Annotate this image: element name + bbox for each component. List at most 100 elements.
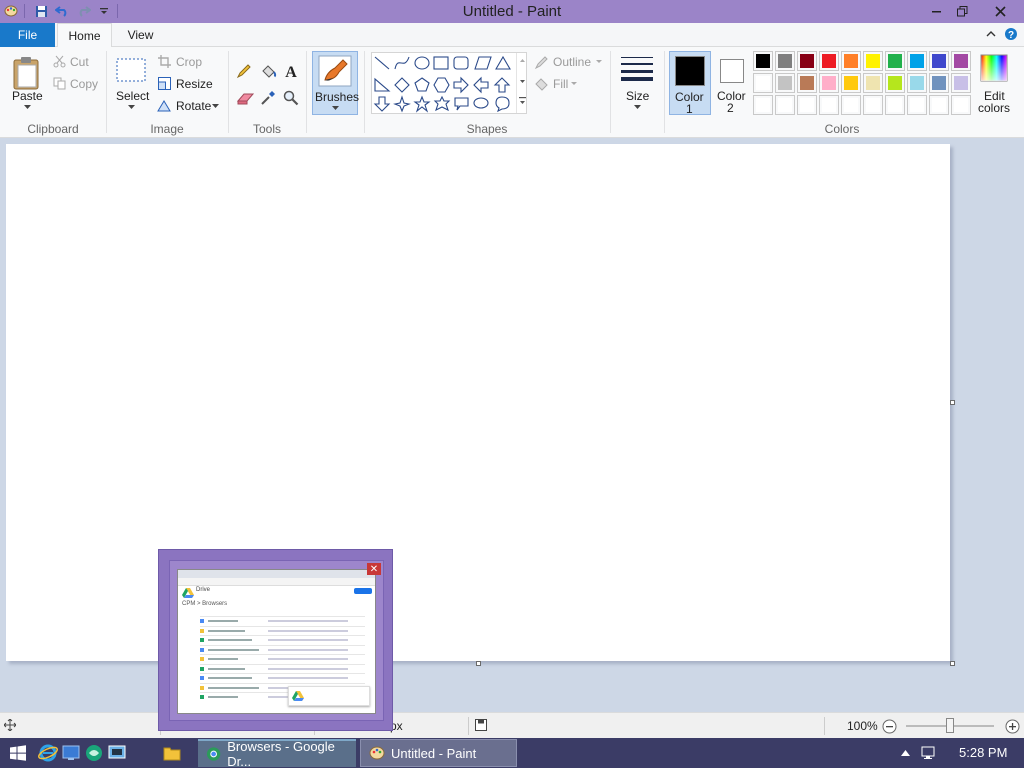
eraser-icon[interactable] bbox=[236, 90, 254, 106]
palette-color-swatch[interactable] bbox=[841, 95, 861, 115]
taskbar-item-paint[interactable]: Untitled - Paint bbox=[360, 739, 517, 767]
palette-color-swatch[interactable] bbox=[775, 73, 795, 93]
network-icon[interactable] bbox=[920, 745, 938, 761]
palette-color-swatch[interactable] bbox=[929, 51, 949, 71]
rotate-button[interactable]: Rotate bbox=[176, 99, 211, 113]
palette-color-swatch[interactable] bbox=[929, 73, 949, 93]
thumbnail-file-icon bbox=[200, 676, 204, 680]
thumbnail-file-icon bbox=[200, 657, 204, 661]
palette-color-swatch[interactable] bbox=[885, 73, 905, 93]
collapse-ribbon-icon[interactable] bbox=[986, 27, 996, 41]
taskbar-item-browsers[interactable]: Browsers - Google Dr... bbox=[198, 739, 356, 768]
desktop-app-icon[interactable] bbox=[61, 743, 81, 763]
palette-color-swatch[interactable] bbox=[819, 95, 839, 115]
clock[interactable]: 5:28 PM bbox=[959, 745, 1007, 760]
color-picker-icon[interactable] bbox=[259, 89, 277, 107]
palette-color-swatch[interactable] bbox=[819, 73, 839, 93]
tab-home[interactable]: Home bbox=[57, 23, 112, 48]
palette-color-swatch[interactable] bbox=[797, 73, 817, 93]
color1-button[interactable]: Color 1 bbox=[669, 51, 711, 116]
crop-button[interactable]: Crop bbox=[176, 55, 202, 69]
palette-color-swatch[interactable] bbox=[753, 51, 773, 71]
help-icon[interactable]: ? bbox=[1004, 27, 1018, 44]
pencil-icon[interactable] bbox=[236, 63, 252, 79]
palette-color-swatch[interactable] bbox=[885, 51, 905, 71]
resize-handle-right[interactable] bbox=[950, 400, 955, 405]
thumbnail-file-name bbox=[208, 677, 252, 679]
palette-color-swatch[interactable] bbox=[775, 95, 795, 115]
palette-color-fill bbox=[800, 54, 814, 68]
resize-handle-bottom[interactable] bbox=[476, 661, 481, 666]
palette-color-fill bbox=[822, 54, 836, 68]
color2-number: 2 bbox=[727, 101, 734, 115]
palette-color-swatch[interactable] bbox=[907, 51, 927, 71]
paste-button[interactable]: Paste bbox=[12, 89, 43, 103]
thumbnail-page: Drive CPM > Browsers bbox=[177, 569, 376, 714]
palette-color-swatch[interactable] bbox=[863, 51, 883, 71]
palette-color-swatch[interactable] bbox=[885, 95, 905, 115]
thumbnail-close-button[interactable]: ✕ bbox=[367, 563, 381, 575]
drive-logo-icon bbox=[182, 588, 194, 598]
palette-color-fill bbox=[910, 76, 924, 90]
drawing-canvas[interactable] bbox=[6, 144, 950, 661]
palette-color-swatch[interactable] bbox=[753, 95, 773, 115]
zoom-in-icon[interactable] bbox=[1004, 718, 1020, 734]
palette-color-swatch[interactable] bbox=[797, 95, 817, 115]
color2-button[interactable]: Color 2 bbox=[713, 51, 751, 115]
palette-color-swatch[interactable] bbox=[863, 95, 883, 115]
palette-color-swatch[interactable] bbox=[907, 95, 927, 115]
brushes-button[interactable]: Brushes bbox=[312, 51, 359, 115]
palette-color-swatch[interactable] bbox=[929, 95, 949, 115]
remote-desktop-icon[interactable] bbox=[107, 743, 127, 763]
outline-dropdown-icon[interactable] bbox=[596, 59, 602, 63]
taskbar-thumbnail-preview[interactable]: Drive CPM > Browsers ✕ bbox=[158, 549, 393, 731]
zoom-slider-thumb[interactable] bbox=[946, 718, 954, 733]
fill-button[interactable]: Fill bbox=[553, 77, 568, 91]
canvas-area[interactable] bbox=[0, 138, 1024, 712]
paste-icon[interactable] bbox=[8, 53, 46, 93]
magnifier-icon[interactable] bbox=[282, 89, 300, 107]
palette-color-swatch[interactable] bbox=[753, 73, 773, 93]
select-dropdown-icon[interactable] bbox=[126, 103, 136, 111]
close-button[interactable] bbox=[988, 0, 1012, 22]
cut-button[interactable]: Cut bbox=[70, 55, 89, 69]
palette-color-fill bbox=[866, 54, 880, 68]
palette-color-swatch[interactable] bbox=[951, 95, 971, 115]
palette-color-swatch[interactable] bbox=[907, 73, 927, 93]
thumbnail-file-meta bbox=[268, 629, 348, 632]
palette-color-swatch[interactable] bbox=[863, 73, 883, 93]
file-explorer-icon[interactable] bbox=[162, 743, 182, 763]
text-tool-icon[interactable]: A bbox=[282, 62, 300, 80]
palette-color-swatch[interactable] bbox=[819, 51, 839, 71]
palette-color-swatch[interactable] bbox=[797, 51, 817, 71]
palette-color-swatch[interactable] bbox=[775, 51, 795, 71]
zoom-out-icon[interactable] bbox=[881, 718, 897, 734]
restore-button[interactable] bbox=[947, 0, 977, 22]
start-button[interactable] bbox=[8, 743, 28, 763]
select-icon[interactable] bbox=[114, 55, 148, 85]
tab-file[interactable]: File bbox=[0, 23, 55, 47]
paste-dropdown-icon[interactable] bbox=[22, 103, 32, 111]
resize-button[interactable]: Resize bbox=[176, 77, 213, 91]
rotate-dropdown-icon[interactable] bbox=[211, 103, 219, 109]
palette-color-swatch[interactable] bbox=[841, 73, 861, 93]
outline-button[interactable]: Outline bbox=[553, 55, 591, 69]
tab-view[interactable]: View bbox=[118, 23, 163, 47]
edit-colors-button[interactable]: Edit colors bbox=[975, 51, 1015, 115]
brush-icon bbox=[316, 54, 354, 88]
media-app-icon[interactable] bbox=[84, 743, 104, 763]
select-button[interactable]: Select bbox=[116, 89, 149, 103]
copy-button[interactable]: Copy bbox=[70, 77, 98, 91]
size-button[interactable]: Size bbox=[616, 51, 658, 115]
palette-color-swatch[interactable] bbox=[951, 51, 971, 71]
fill-dropdown-icon[interactable] bbox=[571, 81, 577, 85]
size-label: Size bbox=[626, 89, 650, 103]
internet-explorer-icon[interactable] bbox=[38, 743, 58, 763]
palette-color-swatch[interactable] bbox=[951, 73, 971, 93]
show-hidden-icons-icon[interactable] bbox=[900, 748, 910, 758]
thumbnail-file-name bbox=[208, 667, 245, 670]
shapes-scrollbar[interactable] bbox=[516, 53, 527, 113]
fill-bucket-icon[interactable] bbox=[259, 62, 277, 80]
palette-color-swatch[interactable] bbox=[841, 51, 861, 71]
resize-handle-corner[interactable] bbox=[950, 661, 955, 666]
